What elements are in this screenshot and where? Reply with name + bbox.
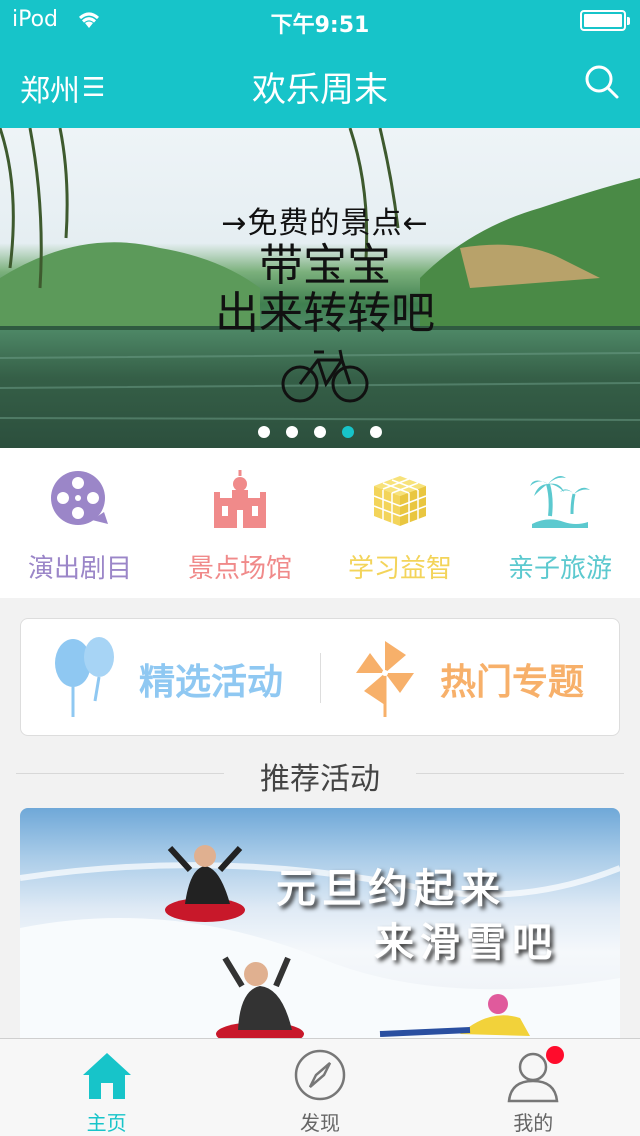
banner-carousel[interactable]: →免费的景点← 带宝宝 出来转转吧 — [0, 128, 640, 448]
carousel-dot[interactable] — [286, 426, 298, 438]
category-label: 亲子旅游 — [507, 554, 612, 584]
hot-topics-button[interactable]: 热门专题 — [320, 619, 619, 735]
category-label: 学习益智 — [347, 554, 452, 584]
category-label: 景点场馆 — [187, 554, 292, 584]
tab-label: 发现 — [299, 1111, 340, 1135]
category-shows[interactable]: 演出剧目 — [0, 448, 160, 598]
tab-discover[interactable]: 发现 — [213, 1039, 426, 1136]
navbar: 郑州 ☰ 欢乐周末 — [0, 40, 640, 128]
tab-bar: 主页 发现 我的 — [0, 1038, 640, 1136]
film-reel-icon — [51, 471, 108, 525]
activity-caption-1: 元旦约起来 — [276, 865, 506, 912]
carousel-dots — [0, 426, 640, 438]
carousel-dot[interactable] — [342, 426, 354, 438]
battery-icon — [580, 10, 630, 31]
pinwheel-icon — [356, 641, 414, 717]
tab-home[interactable]: 主页 — [0, 1039, 213, 1136]
hot-topics-label: 热门专题 — [440, 662, 585, 703]
featured-activities-label: 精选活动 — [139, 662, 284, 703]
activity-card[interactable]: 元旦约起来 来滑雪吧 — [20, 808, 620, 1048]
category-label: 演出剧目 — [27, 554, 132, 584]
palm-tree-icon — [530, 476, 590, 528]
home-icon — [82, 1053, 131, 1099]
tab-label: 我的 — [513, 1111, 554, 1135]
clock: 下午9:51 — [270, 13, 370, 38]
search-icon[interactable] — [584, 64, 620, 100]
status-bar: iPod 下午9:51 — [0, 0, 640, 40]
castle-icon — [214, 470, 266, 528]
category-learning[interactable]: 学习益智 — [320, 448, 480, 598]
banner-slogan: →免费的景点← 带宝宝 出来转转吧 — [180, 198, 470, 338]
carousel-dot[interactable] — [314, 426, 326, 438]
carousel-dot[interactable] — [370, 426, 382, 438]
page-title: 欢乐周末 — [252, 70, 388, 110]
banner-line2: 带宝宝 — [259, 240, 391, 291]
tab-mine[interactable]: 我的 — [427, 1039, 640, 1136]
section-title: 推荐活动 — [260, 762, 380, 797]
divider — [416, 773, 624, 774]
banner-line3: 出来转转吧 — [215, 288, 435, 339]
rubiks-cube-icon — [373, 476, 427, 526]
notification-badge — [546, 1046, 564, 1064]
section-heading: 推荐活动 — [0, 754, 640, 797]
activity-caption-2: 来滑雪吧 — [374, 919, 558, 966]
banner-line1: →免费的景点← — [221, 206, 429, 241]
category-venues[interactable]: 景点场馆 — [160, 448, 320, 598]
bicycle-icon — [281, 349, 369, 403]
compass-icon — [294, 1049, 346, 1101]
tab-label: 主页 — [86, 1111, 127, 1135]
featured-card: 精选活动 热门专题 — [20, 618, 620, 736]
featured-activities-button[interactable]: 精选活动 — [21, 619, 320, 735]
header: iPod 下午9:51 郑州 ☰ 欢乐周末 — [0, 0, 640, 128]
category-grid: 演出剧目 景点场馆 学习益智 亲子旅游 — [0, 448, 640, 598]
carousel-dot[interactable] — [258, 426, 270, 438]
category-travel[interactable]: 亲子旅游 — [480, 448, 640, 598]
balloons-icon — [55, 637, 114, 717]
